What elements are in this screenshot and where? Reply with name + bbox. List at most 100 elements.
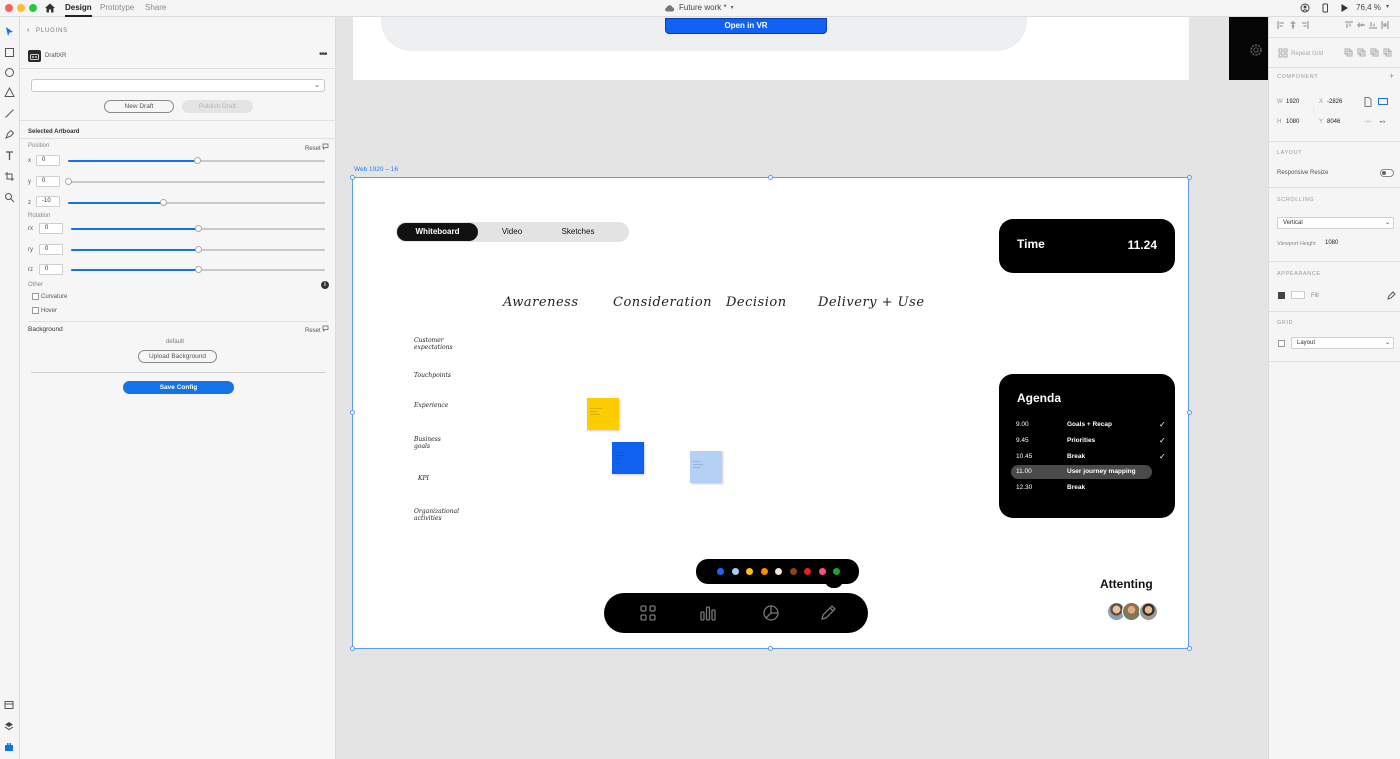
top-artboard[interactable]: Open in VR xyxy=(353,17,1189,80)
resize-handle[interactable] xyxy=(768,646,773,651)
play-icon[interactable] xyxy=(1339,3,1349,13)
text-tool-icon[interactable] xyxy=(4,150,15,161)
mobile-preview-icon[interactable] xyxy=(1320,3,1330,13)
tab-video[interactable]: Video xyxy=(480,222,544,242)
landscape-icon[interactable] xyxy=(1378,97,1388,106)
rectangle-tool-icon[interactable] xyxy=(4,47,15,58)
color-swatch-cream[interactable] xyxy=(775,568,782,575)
position-y-slider[interactable] xyxy=(65,178,325,185)
upload-background-button[interactable]: Upload Background xyxy=(138,350,217,363)
zoom-window-button[interactable] xyxy=(29,4,37,12)
document-title[interactable]: Future work * ▾ xyxy=(664,3,734,12)
info-icon[interactable]: i xyxy=(321,281,329,289)
resize-handle[interactable] xyxy=(1187,175,1192,180)
pen-tool-icon[interactable] xyxy=(4,129,15,140)
comment-icon[interactable] xyxy=(322,143,329,150)
agenda-row-current[interactable]: 11.00 User journey mapping xyxy=(1011,465,1152,479)
repeat-grid-button[interactable]: Repeat Grid xyxy=(1291,51,1323,57)
align-left-icon[interactable] xyxy=(1277,21,1285,29)
rotation-ry-slider[interactable] xyxy=(71,246,325,253)
eyedropper-icon[interactable] xyxy=(1387,291,1396,300)
tab-sketches[interactable]: Sketches xyxy=(546,222,610,242)
grid-checkbox[interactable] xyxy=(1278,340,1285,347)
resize-handle[interactable] xyxy=(350,175,355,180)
position-y-input[interactable]: 0 xyxy=(36,176,60,187)
color-swatch-light-blue[interactable] xyxy=(732,568,739,575)
pen-icon[interactable] xyxy=(818,603,838,623)
resize-handle[interactable] xyxy=(350,646,355,651)
settings-tile[interactable] xyxy=(1229,17,1268,80)
tab-design[interactable]: Design xyxy=(65,3,92,17)
draft-dropdown[interactable]: ⌄ xyxy=(31,79,325,92)
intersect-icon[interactable] xyxy=(1370,48,1379,57)
sticky-note-light-blue[interactable]: ——— ———— ——— xyxy=(690,451,722,483)
tab-prototype[interactable]: Prototype xyxy=(100,3,134,12)
position-z-input[interactable]: -10 xyxy=(36,196,60,207)
color-swatch-blue[interactable] xyxy=(717,568,724,575)
x-input[interactable]: -2826 xyxy=(1327,99,1342,105)
polygon-tool-icon[interactable] xyxy=(4,87,15,98)
grid-type-select[interactable]: Layout ⌄ xyxy=(1291,337,1394,349)
rotation-rx-input[interactable]: 0 xyxy=(39,223,63,234)
assets-icon[interactable] xyxy=(4,700,14,710)
line-tool-icon[interactable] xyxy=(4,108,15,119)
lock-aspect-icon[interactable]: ⋮ xyxy=(1311,107,1316,113)
grid-icon[interactable] xyxy=(638,603,658,623)
hover-checkbox[interactable] xyxy=(32,307,39,314)
ellipse-tool-icon[interactable] xyxy=(4,67,15,78)
responsive-resize-toggle[interactable] xyxy=(1380,169,1394,177)
artboard-tool-icon[interactable] xyxy=(4,171,15,182)
agenda-row[interactable]: 9.00 Goals + Recap ✓ xyxy=(1011,418,1166,432)
position-x-input[interactable]: 0 xyxy=(36,155,60,166)
avatar[interactable] xyxy=(1139,602,1158,621)
add-icon[interactable]: + xyxy=(1389,71,1394,81)
zoom-level[interactable]: 76,4 % xyxy=(1356,3,1381,12)
rotation-ry-input[interactable]: 0 xyxy=(39,244,63,255)
artboard-label[interactable]: Web 1920 – 16 xyxy=(354,166,398,173)
save-config-button[interactable]: Save Config xyxy=(123,381,234,394)
resize-handle[interactable] xyxy=(350,410,355,415)
bar-chart-icon[interactable] xyxy=(698,603,718,623)
position-z-slider[interactable] xyxy=(68,199,325,206)
zoom-tool-icon[interactable] xyxy=(4,192,15,203)
repeat-grid-icon[interactable] xyxy=(1278,48,1288,58)
more-options-icon[interactable]: ••• xyxy=(319,49,327,60)
minimize-window-button[interactable] xyxy=(17,4,25,12)
color-swatch-red[interactable] xyxy=(804,568,811,575)
curvature-checkbox[interactable] xyxy=(32,293,39,300)
close-window-button[interactable] xyxy=(5,4,13,12)
height-input[interactable]: 1080 xyxy=(1286,119,1299,125)
color-swatch-brown[interactable] xyxy=(790,568,797,575)
reset-position-button[interactable]: Reset xyxy=(305,146,321,152)
boolean-icon[interactable] xyxy=(1357,48,1366,57)
plugins-icon[interactable] xyxy=(4,742,14,752)
width-input[interactable]: 1920 xyxy=(1286,99,1299,105)
back-chevron-icon[interactable]: ‹ xyxy=(27,27,29,34)
comment-icon[interactable] xyxy=(322,325,329,332)
rotation-rz-input[interactable]: 0 xyxy=(39,264,63,275)
agenda-row[interactable]: 12.30 Break xyxy=(1011,481,1152,495)
flip-icon[interactable]: −◊− xyxy=(1364,119,1372,125)
fill-checkbox[interactable] xyxy=(1278,292,1285,299)
mask-icon[interactable] xyxy=(1344,48,1353,57)
document-icon[interactable] xyxy=(1364,97,1372,107)
chevron-down-icon[interactable]: ▾ xyxy=(1386,3,1389,10)
sticky-note-yellow[interactable]: ————— ——— ———— xyxy=(587,398,619,430)
align-bottom-icon[interactable] xyxy=(1369,21,1377,29)
align-top-icon[interactable] xyxy=(1345,21,1353,29)
distribute-icon[interactable] xyxy=(1381,21,1389,29)
user-icon[interactable] xyxy=(1300,3,1310,13)
agenda-row[interactable]: 9.45 Priorities ✓ xyxy=(1011,434,1166,448)
exclude-icon[interactable] xyxy=(1383,48,1392,57)
resize-handle[interactable] xyxy=(1187,410,1192,415)
sticky-note-blue[interactable]: ——— ———— —— xyxy=(612,442,644,474)
y-input[interactable]: 8046 xyxy=(1327,119,1340,125)
new-draft-button[interactable]: New Draft xyxy=(104,100,174,113)
resize-handle[interactable] xyxy=(768,175,773,180)
pie-chart-icon[interactable] xyxy=(761,603,781,623)
layers-icon[interactable] xyxy=(4,721,14,731)
rotation-rz-slider[interactable] xyxy=(71,266,325,273)
scrolling-select[interactable]: Vertical ⌄ xyxy=(1277,217,1394,229)
align-center-icon[interactable] xyxy=(1289,21,1297,29)
color-swatch-green[interactable] xyxy=(833,568,840,575)
